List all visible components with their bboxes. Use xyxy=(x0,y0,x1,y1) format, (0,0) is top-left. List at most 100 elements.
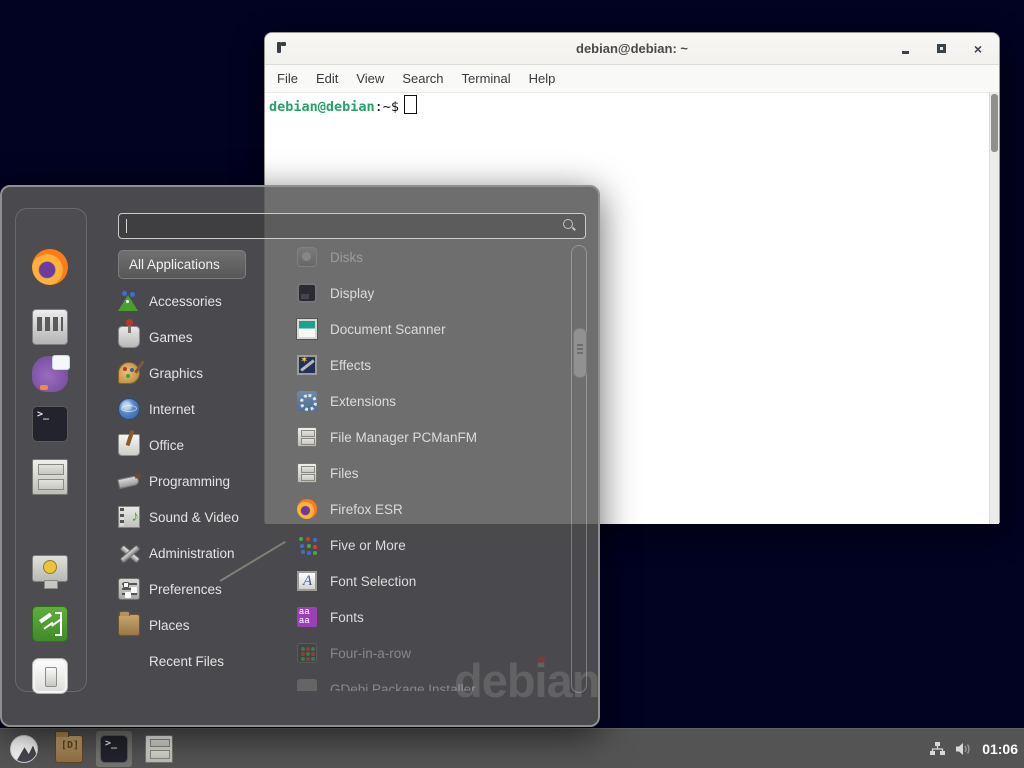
app-label: Disks xyxy=(330,250,363,265)
app-item[interactable]: File Manager PCManFM xyxy=(292,419,570,455)
app-label: Display xyxy=(330,286,374,301)
file-cabinet-icon xyxy=(145,735,173,763)
terminal-dark-icon xyxy=(32,406,68,442)
category-label: Graphics xyxy=(149,366,203,381)
folder-d-icon xyxy=(55,735,83,763)
network-icon[interactable] xyxy=(929,741,946,757)
app-label: Document Scanner xyxy=(330,322,446,337)
taskbar-buttons xyxy=(0,731,177,767)
app-label: Effects xyxy=(330,358,371,373)
text-caret xyxy=(126,219,127,233)
category-item[interactable]: Sound & Video xyxy=(118,499,268,535)
taskbar-button[interactable] xyxy=(51,731,87,767)
app-item[interactable]: Five or More xyxy=(292,527,570,563)
file-cabinet-icon xyxy=(297,463,317,483)
category-label: Places xyxy=(149,618,190,633)
favorite-button[interactable] xyxy=(32,249,68,285)
app-list-scrollbar-thumb[interactable] xyxy=(573,328,587,378)
file-cabinet-icon xyxy=(297,427,317,447)
category-item[interactable]: Office xyxy=(118,427,268,463)
category-item[interactable]: Preferences xyxy=(118,571,268,607)
file-cabinet-icon xyxy=(32,459,68,495)
terminal-scrollbar-thumb[interactable] xyxy=(991,94,998,152)
app-item[interactable]: Font Selection xyxy=(292,563,570,599)
app-item[interactable]: Disks xyxy=(292,239,570,275)
all-applications-button[interactable]: All Applications xyxy=(118,250,246,279)
category-label: Accessories xyxy=(149,294,222,309)
keyboard-icon xyxy=(32,309,68,345)
app-label: Extensions xyxy=(330,394,396,409)
taskbar-button[interactable] xyxy=(96,731,132,767)
app-item[interactable]: Effects xyxy=(292,347,570,383)
gdebi-icon xyxy=(297,679,317,691)
category-label: Programming xyxy=(149,474,230,489)
app-label: Five or More xyxy=(330,538,406,553)
games-icon xyxy=(118,326,140,348)
category-item[interactable]: Internet xyxy=(118,391,268,427)
favorite-button[interactable] xyxy=(32,606,68,642)
four-in-a-row-icon xyxy=(297,643,317,663)
category-label: Sound & Video xyxy=(149,510,239,525)
menu-item[interactable]: File xyxy=(268,67,307,90)
app-item[interactable]: Files xyxy=(292,455,570,491)
prompt-suffix: :~$ xyxy=(375,99,399,115)
minimize-button[interactable] xyxy=(899,42,913,56)
terminal-scrollbar[interactable] xyxy=(989,93,999,524)
administration-icon xyxy=(118,542,140,564)
font-selection-icon xyxy=(297,571,317,591)
menu-item[interactable]: Search xyxy=(393,67,452,90)
app-item[interactable]: Fonts xyxy=(292,599,570,635)
favorite-button[interactable] xyxy=(32,309,68,345)
app-list-scrollbar[interactable] xyxy=(571,245,587,693)
taskbar-button[interactable] xyxy=(6,731,42,767)
category-item[interactable]: Accessories xyxy=(118,283,268,319)
app-label: Four-in-a-row xyxy=(330,646,411,661)
favorite-button[interactable] xyxy=(32,658,68,694)
menu-item[interactable]: View xyxy=(347,67,393,90)
programming-icon xyxy=(118,470,140,492)
display-icon xyxy=(297,283,317,303)
favorite-button[interactable] xyxy=(32,459,68,495)
category-item[interactable]: Places xyxy=(118,607,268,643)
menu-item[interactable]: Edit xyxy=(307,67,347,90)
category-label: Preferences xyxy=(149,582,222,597)
application-menu: All Applications Accessories Games Graph… xyxy=(0,185,600,727)
app-label: Firefox ESR xyxy=(330,502,403,517)
terminal-dark-icon xyxy=(100,735,128,763)
terminal-titlebar[interactable]: debian@debian: ~ × xyxy=(265,33,999,65)
five-or-more-icon xyxy=(297,535,317,555)
app-label: Fonts xyxy=(330,610,364,625)
maximize-button[interactable] xyxy=(935,42,949,56)
menu-item[interactable]: Help xyxy=(520,67,565,90)
category-label: Internet xyxy=(149,402,195,417)
terminal-prompt: debian@debian:~$ xyxy=(269,95,417,117)
app-item[interactable]: Firefox ESR xyxy=(292,491,570,527)
clock[interactable]: 01:06 xyxy=(982,741,1018,757)
menu-logo-icon xyxy=(10,735,38,763)
debian-watermark: debian xyxy=(454,653,599,708)
favorites-panel xyxy=(15,208,87,692)
places-icon xyxy=(118,614,140,636)
favorite-button[interactable] xyxy=(32,555,68,591)
category-item[interactable]: Graphics xyxy=(118,355,268,391)
category-item[interactable]: Recent Files xyxy=(118,643,268,679)
taskbar-button[interactable] xyxy=(141,731,177,767)
logout-icon xyxy=(32,606,68,642)
category-item[interactable]: Games xyxy=(118,319,268,355)
search-input[interactable] xyxy=(118,213,586,239)
menu-item[interactable]: Terminal xyxy=(453,67,520,90)
category-label: Administration xyxy=(149,546,235,561)
watermark-dot xyxy=(538,656,545,663)
category-item[interactable]: Programming xyxy=(118,463,268,499)
app-label: Font Selection xyxy=(330,574,416,589)
app-item[interactable]: Document Scanner xyxy=(292,311,570,347)
terminal-title: debian@debian: ~ xyxy=(265,41,999,56)
app-item[interactable]: Display xyxy=(292,275,570,311)
favorite-button[interactable] xyxy=(32,356,68,392)
app-item[interactable]: Extensions xyxy=(292,383,570,419)
internet-icon xyxy=(118,398,140,420)
favorite-button[interactable] xyxy=(32,406,68,442)
close-button[interactable]: × xyxy=(971,42,985,56)
lock-screen-icon xyxy=(32,555,68,582)
volume-icon[interactable] xyxy=(955,741,973,757)
